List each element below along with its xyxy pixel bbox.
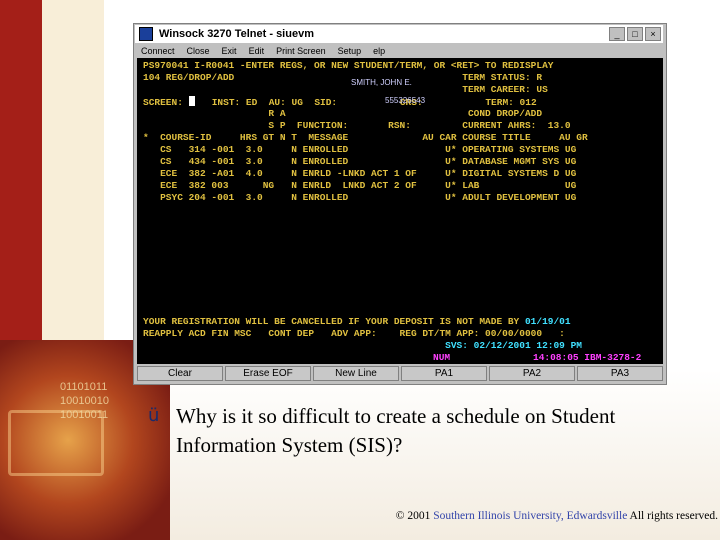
pa2-button[interactable]: PA2 — [489, 366, 575, 381]
menu-exit[interactable]: Exit — [216, 44, 243, 58]
binary-decoration: 01101011 10010010 10010011 — [60, 380, 109, 422]
pf-key-bar: Clear Erase EOF New Line PA1 PA2 PA3 — [137, 366, 663, 381]
table-row: CS 434 -001 3.0 N ENROLLED U* DATABASE M… — [143, 156, 577, 167]
table-row: PSYC 204 -001 3.0 N ENROLLED U* ADULT DE… — [143, 192, 577, 203]
terminal-status-time: 14:08:05 IBM-3278-2 — [533, 352, 642, 363]
clear-button[interactable]: Clear — [137, 366, 223, 381]
maximize-button[interactable]: □ — [627, 27, 643, 41]
erase-eof-button[interactable]: Erase EOF — [225, 366, 311, 381]
telnet-window: Winsock 3270 Telnet - siuevm _ □ × Conne… — [133, 23, 667, 385]
university-link[interactable]: Southern Illinois University, Edwardsvil… — [433, 510, 627, 522]
num-lock-indicator: NUM — [433, 352, 451, 363]
screen-label: SCREEN: — [143, 97, 189, 108]
binary-line: 10010010 — [60, 395, 109, 407]
menu-help[interactable]: elp — [367, 44, 391, 58]
menu-setup[interactable]: Setup — [332, 44, 368, 58]
app-icon — [139, 27, 153, 41]
deposit-text: YOUR REGISTRATION WILL BE CANCELLED IF Y… — [143, 316, 520, 327]
minimize-button[interactable]: _ — [609, 27, 625, 41]
terminal-screen[interactable]: PS970041 I-R0041 -ENTER REGS, OR NEW STU… — [137, 58, 663, 364]
slide-question: Why is it so difficult to create a sched… — [176, 404, 616, 457]
menu-connect[interactable]: Connect — [135, 44, 181, 58]
window-title: Winsock 3270 Telnet - siuevm — [159, 28, 314, 40]
table-row: ECE 382 -A01 4.0 N ENRLD -LNKD ACT 1 OF … — [143, 168, 577, 179]
checkmark-bullet-icon: ü — [148, 405, 160, 426]
menu-bar: Connect Close Exit Edit Print Screen Set… — [135, 44, 663, 58]
pa1-button[interactable]: PA1 — [401, 366, 487, 381]
terminal-line-title: 104 REG/DROP/ADD TERM STATUS: R — [143, 72, 543, 83]
inst-fields: INST: ED AU: UG SID: CRS: TERM: 012 — [194, 97, 537, 108]
window-titlebar[interactable]: Winsock 3270 Telnet - siuevm _ □ × — [135, 25, 663, 43]
student-id: 555326543 — [385, 96, 426, 105]
binary-line: 01101011 — [60, 381, 108, 393]
table-row: ECE 382 003 NG N ENRLD LNKD ACT 2 OF U* … — [143, 180, 577, 191]
menu-print-screen[interactable]: Print Screen — [270, 44, 332, 58]
table-row: CS 314 -001 3.0 N ENROLLED U* OPERATING … — [143, 144, 577, 155]
deposit-message: YOUR REGISTRATION WILL BE CANCELLED IF Y… — [143, 316, 571, 328]
terminal-line-prompt: PS970041 I-R0041 -ENTER REGS, OR NEW STU… — [143, 60, 554, 71]
course-table-header: * COURSE-ID HRS GT N T MESSAGE AU CAR CO… — [143, 132, 588, 143]
new-line-button[interactable]: New Line — [313, 366, 399, 381]
menu-edit[interactable]: Edit — [243, 44, 271, 58]
slide-left-panel — [42, 0, 104, 370]
copyright-prefix: © 2001 — [395, 510, 434, 522]
pa3-button[interactable]: PA3 — [577, 366, 663, 381]
terminal-line-function: S P FUNCTION: RSN: CURRENT AHRS: 13.0 — [143, 120, 571, 131]
window-controls: _ □ × — [609, 27, 661, 41]
reapply-line: REAPPLY ACD FIN MSC CONT DEP ADV APP: RE… — [143, 328, 565, 339]
svs-line: SVS: 02/12/2001 12:09 PM — [143, 340, 582, 351]
copyright-footer: © 2001 Southern Illinois University, Edw… — [330, 510, 718, 522]
copyright-suffix: All rights reserved. — [627, 510, 718, 522]
terminal-line-career: TERM CAREER: US — [143, 84, 548, 95]
close-button[interactable]: × — [645, 27, 661, 41]
deposit-date: 01/19/01 — [524, 316, 571, 327]
binary-line: 10010011 — [60, 409, 109, 421]
slide-left-stripe — [0, 0, 42, 370]
menu-close[interactable]: Close — [181, 44, 216, 58]
terminal-line-drop-add: R A COND DROP/ADD — [143, 108, 543, 119]
